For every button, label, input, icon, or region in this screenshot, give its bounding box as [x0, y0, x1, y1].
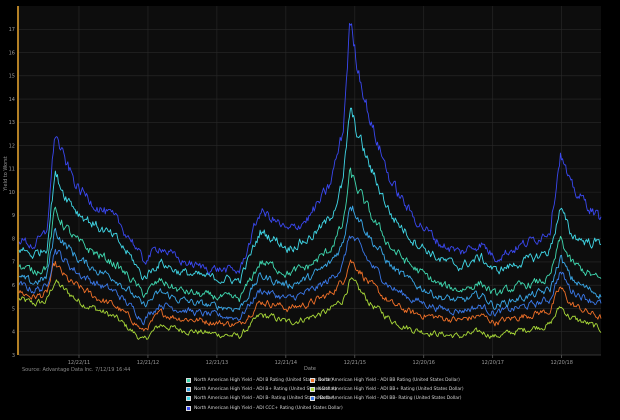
- y-tick-label: 12: [9, 143, 15, 149]
- x-tick-label: 12/21/13: [206, 360, 228, 366]
- legend-swatch: [186, 378, 191, 383]
- x-axis-title: Date: [304, 366, 316, 372]
- y-tick-label: 11: [9, 167, 15, 173]
- legend-swatch: [310, 387, 315, 393]
- legend-swatch: [310, 396, 315, 402]
- legend-label: North American High Yield - ADI CCC+ Rat…: [194, 405, 343, 411]
- legend-swatch: [310, 378, 315, 383]
- x-tick-label: 12/20/16: [413, 360, 435, 366]
- y-tick-label: 17: [9, 27, 15, 33]
- legend-swatch: [186, 387, 191, 393]
- y-tick-label: 8: [12, 236, 15, 242]
- legend-swatch: [186, 396, 191, 402]
- plot-area: [19, 6, 601, 355]
- x-tick-label: 12/21/15: [344, 360, 366, 366]
- chart-canvas: 3 4 5 6 7 8 9 10 11 12 13 14 15 16 17 12/22/11 12/21/12 1…: [3, 6, 602, 372]
- y-tick-label: 6: [12, 283, 15, 289]
- y-tick-label: 7: [12, 260, 15, 266]
- y-axis-title: Yield to Worst: [3, 156, 9, 191]
- y-tick-label: 5: [12, 306, 15, 312]
- source-note: Source: Advantage Data Inc. 7/12/19 16:4…: [22, 367, 131, 373]
- x-tick-label: 12/22/11: [68, 360, 90, 366]
- y-tick-label: 16: [9, 50, 15, 56]
- chart-container: 3 4 5 6 7 8 9 10 11 12 13 14 15 16 17 12/22/11 12/21/12 1…: [0, 0, 620, 420]
- legend-label: North American High Yield - ADI BB- Rati…: [318, 396, 462, 402]
- x-tick-label: 12/21/12: [137, 360, 159, 366]
- legend-item-3[interactable]: North American High Yield - ADI BB+ Rati…: [310, 386, 464, 393]
- y-tick-label: 4: [12, 330, 15, 336]
- legend-label: North American High Yield - ADI BB Ratin…: [318, 378, 460, 383]
- legend-item-6[interactable]: North American High Yield - ADI CCC+ Rat…: [186, 405, 343, 412]
- legend-item-1[interactable]: North American High Yield - ADI BB Ratin…: [310, 377, 460, 384]
- y-tick-label: 15: [9, 74, 15, 80]
- legend-swatch: [186, 405, 191, 411]
- y-tick-label: 13: [9, 120, 15, 126]
- legend-item-5[interactable]: North American High Yield - ADI BB- Rati…: [310, 395, 461, 402]
- y-tick-label: 10: [9, 190, 15, 196]
- y-tick-label: 3: [12, 353, 15, 359]
- x-tick-label: 12/21/14: [275, 360, 297, 366]
- x-tick-label: 12/20/18: [550, 360, 572, 366]
- legend-label: North American High Yield - ADI BB+ Rati…: [318, 387, 464, 393]
- y-tick-label: 9: [12, 213, 15, 219]
- x-tick-label: 12/20/17: [482, 360, 504, 366]
- y-tick-label: 14: [9, 97, 15, 103]
